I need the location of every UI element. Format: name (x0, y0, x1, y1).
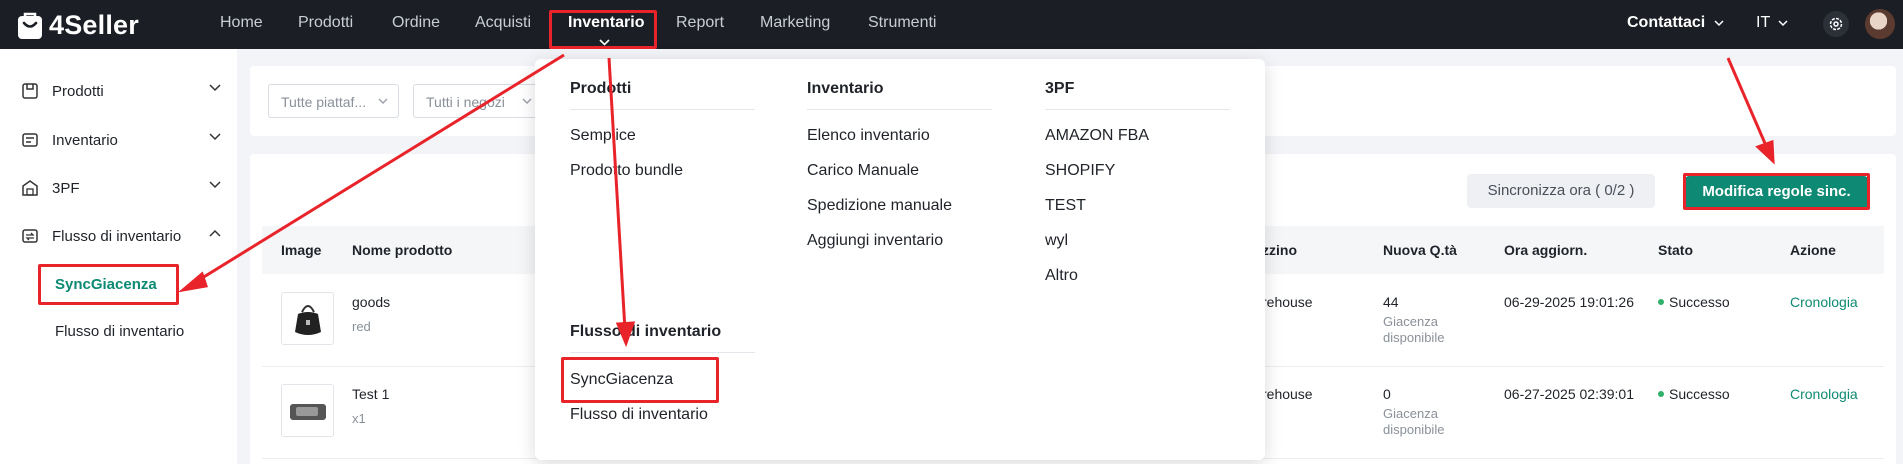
arrow-head (615, 321, 636, 348)
arrow-to-menu-syncgiacenza (607, 57, 627, 331)
arrow-head (177, 271, 208, 293)
annotation-arrows (177, 53, 1775, 348)
arrow-head (1755, 139, 1775, 165)
arrow-to-modify-rules (1726, 57, 1769, 149)
arrow-to-sidebar-syncgiacenza (193, 53, 565, 285)
